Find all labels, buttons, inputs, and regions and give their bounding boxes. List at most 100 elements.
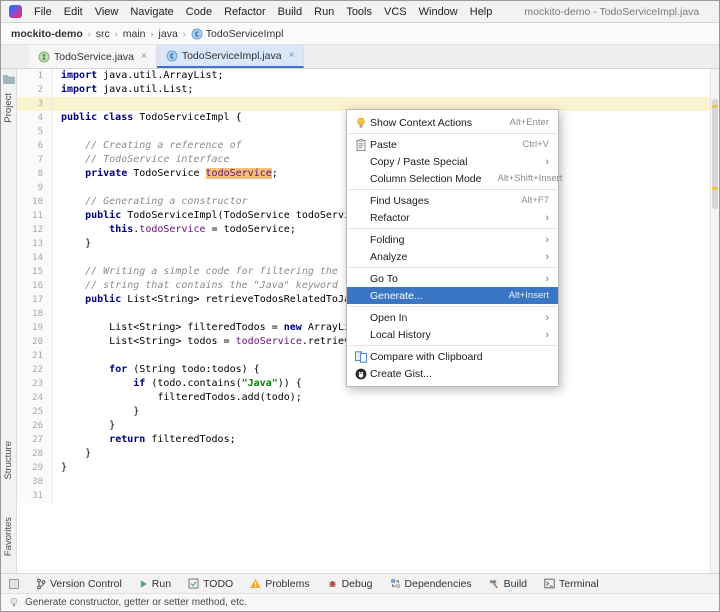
menu-item-open-in[interactable]: Open In› xyxy=(347,309,558,326)
code-line-2[interactable]: 2import java.util.List; xyxy=(17,83,710,97)
toolwindow-button-dependencies[interactable]: Dependencies xyxy=(390,578,472,590)
code-text: public class TodoServiceImpl { xyxy=(53,111,242,125)
line-number[interactable]: 27 xyxy=(17,433,53,447)
line-number[interactable]: 29 xyxy=(17,461,53,475)
line-number[interactable]: 24 xyxy=(17,391,53,405)
line-number[interactable]: 11 xyxy=(17,209,53,223)
editor-scrollbar[interactable] xyxy=(710,69,719,573)
line-number[interactable]: 7 xyxy=(17,153,53,167)
menu-item-show-context-actions[interactable]: Show Context ActionsAlt+Enter xyxy=(347,114,558,131)
tab-close-icon[interactable]: × xyxy=(289,50,295,61)
toolwindow-button-debug[interactable]: Debug xyxy=(327,578,373,590)
toolwindow-button-favorites[interactable]: Favorites xyxy=(3,517,14,556)
line-number[interactable]: 30 xyxy=(17,475,53,489)
line-number[interactable]: 17 xyxy=(17,293,53,307)
submenu-arrow-icon: › xyxy=(545,273,549,285)
menu-item-paste[interactable]: PasteCtrl+V xyxy=(347,136,558,153)
menubar-code[interactable]: Code xyxy=(180,4,218,20)
menu-separator xyxy=(348,189,557,190)
toolwindow-button-todo[interactable]: TODO xyxy=(188,578,233,590)
menu-item-label: Column Selection Mode xyxy=(370,173,481,185)
line-number[interactable]: 18 xyxy=(17,307,53,321)
menu-item-go-to[interactable]: Go To› xyxy=(347,270,558,287)
toolwindow-button-terminal[interactable]: Terminal xyxy=(544,578,599,590)
line-number[interactable]: 6 xyxy=(17,139,53,153)
menubar-refactor[interactable]: Refactor xyxy=(218,4,272,20)
toolwindow-button-build[interactable]: Build xyxy=(489,578,527,590)
breadcrumb-item-mockito-demo[interactable]: mockito-demo xyxy=(11,28,83,40)
code-line-25[interactable]: 25 } xyxy=(17,405,710,419)
menubar-build[interactable]: Build xyxy=(272,4,308,20)
code-line-1[interactable]: 1import java.util.ArrayList; xyxy=(17,69,710,83)
terminal-icon xyxy=(544,578,555,589)
tab-label: TodoServiceImpl.java xyxy=(182,50,282,62)
tab-todoservice-java[interactable]: ITodoService.java× xyxy=(29,45,157,68)
menubar-view[interactable]: View xyxy=(89,4,125,20)
line-number[interactable]: 1 xyxy=(17,69,53,83)
code-token: public xyxy=(85,210,121,221)
tab-todoserviceimpl-java[interactable]: CTodoServiceImpl.java× xyxy=(157,45,305,68)
menu-item-refactor[interactable]: Refactor› xyxy=(347,209,558,226)
line-number[interactable]: 23 xyxy=(17,377,53,391)
menu-item-folding[interactable]: Folding› xyxy=(347,231,558,248)
menu-item-analyze[interactable]: Analyze› xyxy=(347,248,558,265)
breadcrumb-item-todoserviceimpl[interactable]: CTodoServiceImpl xyxy=(191,28,284,40)
toolwindow-button-problems[interactable]: Problems xyxy=(250,578,309,590)
line-number[interactable]: 22 xyxy=(17,363,53,377)
code-line-29[interactable]: 29} xyxy=(17,461,710,475)
toolwindow-button-run[interactable]: Run xyxy=(139,578,171,590)
menubar-window[interactable]: Window xyxy=(413,4,464,20)
breadcrumb-item-src[interactable]: src xyxy=(96,28,110,40)
code-line-24[interactable]: 24 filteredTodos.add(todo); xyxy=(17,391,710,405)
menubar-help[interactable]: Help xyxy=(464,4,499,20)
line-number[interactable]: 2 xyxy=(17,83,53,97)
line-number[interactable]: 15 xyxy=(17,265,53,279)
line-number[interactable]: 25 xyxy=(17,405,53,419)
toolwindow-switcher-icon[interactable] xyxy=(9,579,19,589)
line-number[interactable]: 5 xyxy=(17,125,53,139)
line-number[interactable]: 31 xyxy=(17,489,53,503)
toolwindow-button-version-control[interactable]: Version Control xyxy=(36,578,122,590)
code-line-31[interactable]: 31 xyxy=(17,489,710,503)
menu-item-compare-with-clipboard[interactable]: Compare with Clipboard xyxy=(347,348,558,365)
line-number[interactable]: 3 xyxy=(17,97,53,111)
toolwindow-button-structure[interactable]: Structure xyxy=(3,441,14,480)
folder-icon xyxy=(3,74,15,84)
menu-item-copy-paste-special[interactable]: Copy / Paste Special› xyxy=(347,153,558,170)
line-number[interactable]: 4 xyxy=(17,111,53,125)
line-number[interactable]: 21 xyxy=(17,349,53,363)
line-number[interactable]: 12 xyxy=(17,223,53,237)
line-number[interactable]: 10 xyxy=(17,195,53,209)
menu-item-local-history[interactable]: Local History› xyxy=(347,326,558,343)
breadcrumb-item-java[interactable]: java xyxy=(159,28,178,40)
breadcrumb-item-main[interactable]: main xyxy=(123,28,146,40)
tab-close-icon[interactable]: × xyxy=(141,51,147,62)
line-number[interactable]: 16 xyxy=(17,279,53,293)
menu-item-find-usages[interactable]: Find UsagesAlt+F7 xyxy=(347,192,558,209)
menubar-tools[interactable]: Tools xyxy=(340,4,378,20)
code-line-26[interactable]: 26 } xyxy=(17,419,710,433)
menubar-vcs[interactable]: VCS xyxy=(378,4,413,20)
menubar-file[interactable]: File xyxy=(28,4,58,20)
code-token: // TodoService interface xyxy=(61,154,230,165)
line-number[interactable]: 28 xyxy=(17,447,53,461)
line-number[interactable]: 19 xyxy=(17,321,53,335)
menu-item-create-gist[interactable]: Create Gist... xyxy=(347,365,558,382)
code-line-27[interactable]: 27 return filteredTodos; xyxy=(17,433,710,447)
menubar-navigate[interactable]: Navigate xyxy=(124,4,179,20)
menu-item-column-selection-mode[interactable]: Column Selection ModeAlt+Shift+Insert xyxy=(347,170,558,187)
code-line-28[interactable]: 28 } xyxy=(17,447,710,461)
line-number[interactable]: 13 xyxy=(17,237,53,251)
line-number[interactable]: 8 xyxy=(17,167,53,181)
line-number[interactable]: 26 xyxy=(17,419,53,433)
menubar-edit[interactable]: Edit xyxy=(58,4,89,20)
project-folder-icon[interactable] xyxy=(3,74,15,84)
scrollbar-thumb[interactable] xyxy=(712,99,718,209)
line-number[interactable]: 14 xyxy=(17,251,53,265)
code-line-30[interactable]: 30 xyxy=(17,475,710,489)
line-number[interactable]: 9 xyxy=(17,181,53,195)
line-number[interactable]: 20 xyxy=(17,335,53,349)
menubar-run[interactable]: Run xyxy=(308,4,340,20)
menu-item-generate[interactable]: Generate...Alt+Insert xyxy=(347,287,558,304)
toolwindow-button-project[interactable]: Project xyxy=(3,93,14,123)
